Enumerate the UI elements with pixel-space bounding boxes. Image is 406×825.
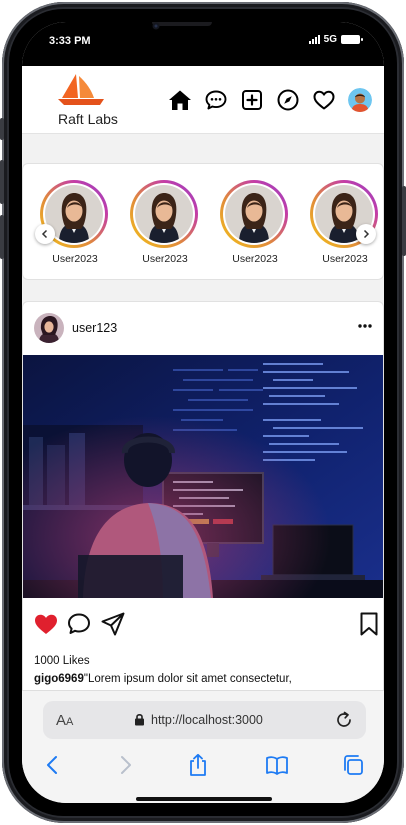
explore-compass-icon[interactable] (276, 88, 300, 112)
heart-icon[interactable] (312, 88, 336, 112)
browser-nav (22, 753, 384, 781)
feed-post: user123 1000 Likes gigo6969"Lorem ipsum … (22, 301, 384, 721)
volume-down-button (0, 215, 4, 259)
post-username[interactable]: user123 (72, 321, 117, 335)
post-caption: gigo6969"Lorem ipsum dolor sit amet cons… (34, 673, 292, 685)
like-heart-icon[interactable] (33, 611, 59, 637)
bookmarks-book-icon[interactable] (265, 753, 289, 777)
brand-name: Raft Labs (58, 111, 118, 127)
story-avatar (135, 185, 193, 243)
network-label: 5G (323, 34, 337, 45)
battery-icon (341, 35, 363, 44)
power-button (402, 186, 406, 256)
back-icon[interactable] (41, 753, 65, 777)
story-item[interactable]: User2023 (40, 180, 110, 265)
stories-prev-button[interactable] (35, 224, 55, 244)
volume-up-button (0, 160, 4, 204)
address-bar[interactable]: AA http://localhost:3000 (43, 701, 366, 739)
share-send-icon[interactable] (100, 611, 126, 637)
silent-switch (0, 118, 4, 140)
front-camera (152, 22, 160, 30)
reload-icon[interactable] (334, 710, 354, 730)
story-username: User2023 (322, 253, 368, 265)
story-username: User2023 (52, 253, 98, 265)
bookmark-icon[interactable] (356, 611, 382, 637)
lock-icon (135, 714, 144, 726)
status-indicators: 5G (308, 34, 363, 45)
post-header: user123 (23, 302, 383, 355)
caption-username[interactable]: gigo6969 (34, 673, 84, 685)
story-item[interactable]: User2023 (130, 180, 200, 265)
chevron-left-icon (41, 229, 48, 239)
browser-toolbar: AA http://localhost:3000 (22, 690, 384, 803)
post-author-avatar[interactable] (34, 313, 64, 343)
story-avatar (225, 185, 283, 243)
phone-screen: 3:33 PM 5G Raft Labs User2023 User2023 U… (22, 22, 384, 803)
share-icon[interactable] (186, 753, 210, 777)
text-size-button[interactable]: AA (56, 712, 73, 729)
home-icon[interactable] (168, 88, 192, 112)
messages-icon[interactable] (204, 88, 228, 112)
profile-avatar[interactable] (348, 88, 372, 112)
likes-count: 1000 Likes (34, 655, 90, 667)
caption-text: "Lorem ipsum dolor sit amet consectetur, (83, 673, 292, 685)
url-text[interactable]: http://localhost:3000 (151, 713, 263, 727)
tabs-icon[interactable] (341, 753, 365, 777)
comment-icon[interactable] (66, 611, 92, 637)
stories-next-button[interactable] (356, 224, 376, 244)
story-item[interactable]: User2023 (220, 180, 290, 265)
home-indicator (136, 797, 272, 801)
top-nav (168, 88, 372, 112)
story-username: User2023 (142, 253, 188, 265)
app-header: Raft Labs (22, 66, 384, 134)
story-username: User2023 (232, 253, 278, 265)
story-item[interactable]: User2023 (310, 180, 380, 265)
create-post-icon[interactable] (240, 88, 264, 112)
raft-labs-logo[interactable] (56, 72, 106, 106)
more-dots-icon[interactable] (357, 322, 373, 330)
post-actions (23, 611, 383, 641)
chevron-right-icon (363, 229, 370, 239)
status-time: 3:33 PM (49, 35, 91, 47)
signal-icon (308, 35, 320, 44)
stories-carousel: User2023 User2023 User2023 User2023 (22, 163, 384, 280)
status-bar: 3:33 PM 5G (22, 22, 384, 66)
forward-icon[interactable] (113, 753, 137, 777)
post-image[interactable] (23, 355, 384, 598)
speaker-grille (152, 22, 212, 26)
